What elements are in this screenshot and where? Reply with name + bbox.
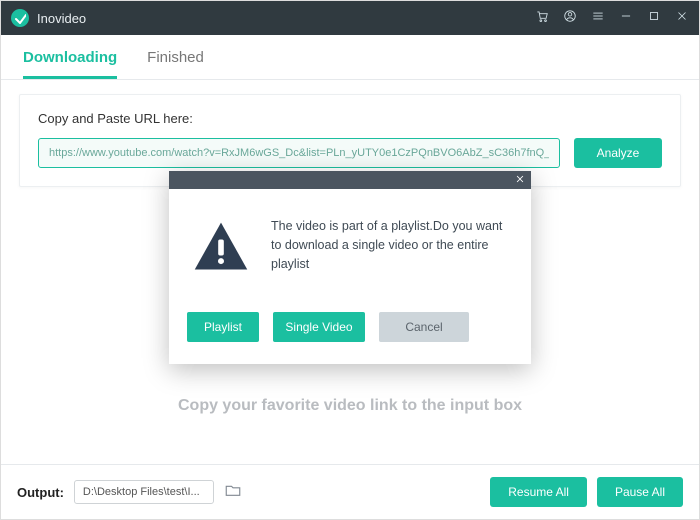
playlist-dialog: The video is part of a playlist.Do you w… (169, 171, 531, 364)
minimize-icon[interactable] (619, 9, 633, 28)
dialog-message: The video is part of a playlist.Do you w… (271, 217, 509, 273)
dialog-header (169, 171, 531, 189)
browse-folder-icon[interactable] (224, 481, 242, 504)
account-icon[interactable] (563, 9, 577, 28)
maximize-icon[interactable] (647, 9, 661, 28)
bottombar: Output: D:\Desktop Files\test\I... Resum… (1, 464, 699, 519)
single-video-button[interactable]: Single Video (273, 312, 365, 342)
output-label: Output: (17, 485, 64, 500)
playlist-button[interactable]: Playlist (187, 312, 259, 342)
output-path-field[interactable]: D:\Desktop Files\test\I... (74, 480, 214, 504)
titlebar: Inovideo (1, 1, 699, 35)
url-input-label: Copy and Paste URL here: (38, 111, 662, 126)
cancel-button[interactable]: Cancel (379, 312, 469, 342)
pause-all-button[interactable]: Pause All (597, 477, 683, 507)
tab-downloading[interactable]: Downloading (23, 49, 117, 79)
analyze-button[interactable]: Analyze (574, 138, 662, 168)
menu-icon[interactable] (591, 9, 605, 28)
dialog-close-icon[interactable] (515, 171, 525, 189)
window-controls (535, 9, 689, 28)
cart-icon[interactable] (535, 9, 549, 28)
app-logo-icon (11, 9, 29, 27)
empty-placeholder: Copy your favorite video link to the inp… (1, 397, 699, 415)
close-icon[interactable] (675, 9, 689, 28)
url-input[interactable] (38, 138, 560, 168)
tab-finished[interactable]: Finished (147, 49, 204, 79)
warning-icon (191, 217, 251, 282)
app-title: Inovideo (37, 11, 535, 26)
tabs: Downloading Finished (1, 35, 699, 80)
resume-all-button[interactable]: Resume All (490, 477, 587, 507)
